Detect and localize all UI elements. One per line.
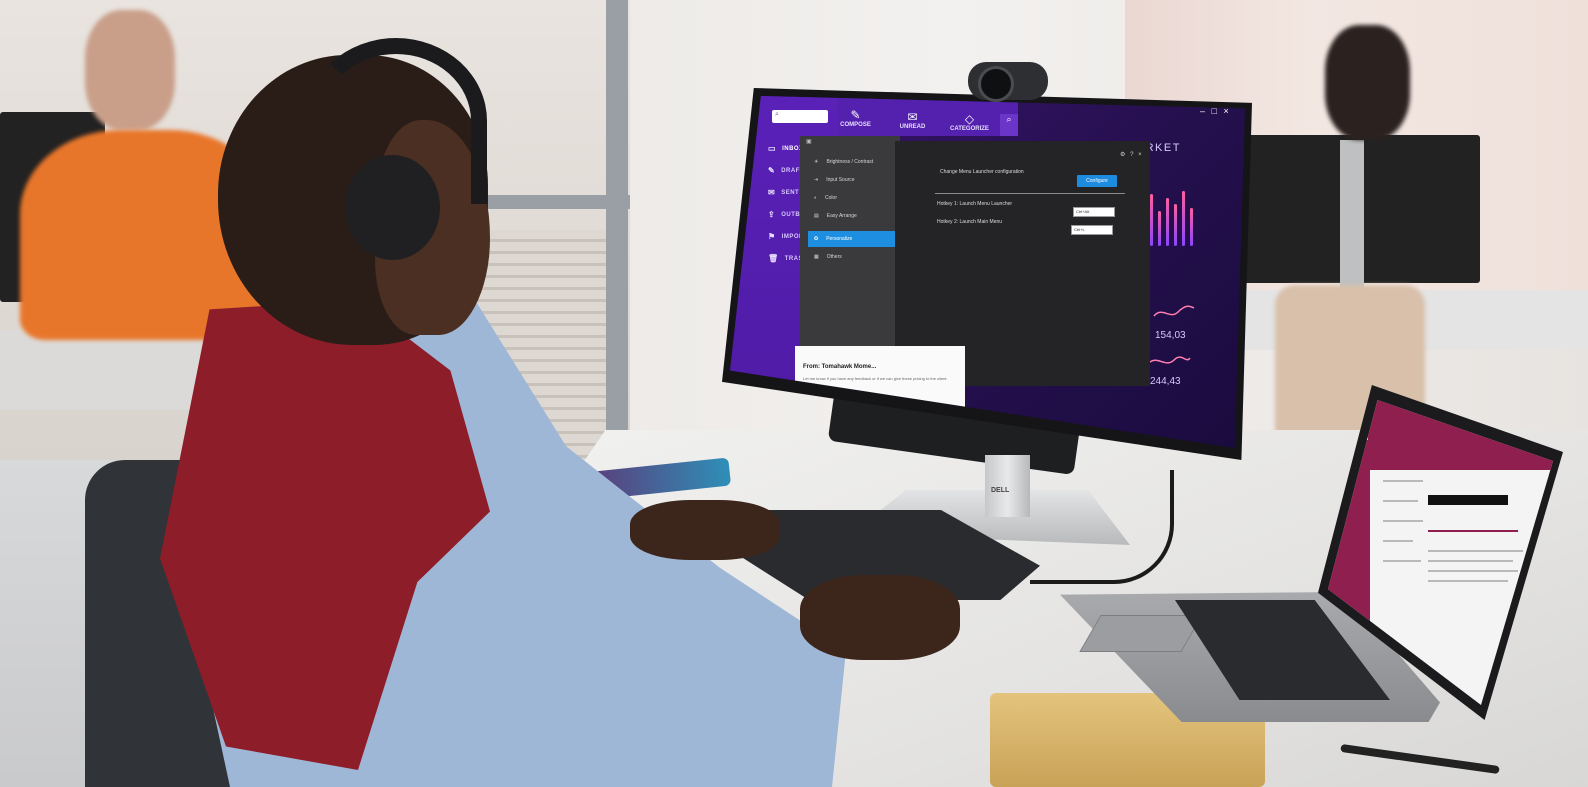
osd-panel-controls: ⚙ ? × bbox=[1120, 151, 1142, 158]
osd-item-brightness-contrast[interactable]: ☀ Brightness / Contrast bbox=[808, 154, 902, 170]
osd-item-easy-arrange[interactable]: ▤ Easy Arrange bbox=[808, 208, 902, 224]
osd-item-color[interactable]: ◐ Color bbox=[808, 190, 902, 206]
osd-back-icon[interactable]: ▣ bbox=[806, 138, 812, 145]
laptop-accent-line bbox=[1428, 530, 1518, 532]
chart-bar bbox=[1174, 204, 1177, 246]
configure-button[interactable]: Configure bbox=[1077, 175, 1117, 187]
chart-bar bbox=[1166, 198, 1169, 246]
input-icon: ⇥ bbox=[814, 177, 819, 183]
person-hand-mouse bbox=[800, 575, 960, 660]
dashboard-value-1: 154,03 bbox=[1155, 330, 1186, 341]
chart-bar bbox=[1182, 191, 1185, 246]
hotkey-2-label: Hotkey 2: Launch Main Menu bbox=[937, 219, 1003, 225]
laptop-text-line bbox=[1383, 540, 1413, 542]
flag-icon: ⚑ bbox=[768, 232, 776, 241]
laptop-text-line bbox=[1383, 560, 1421, 562]
inbox-icon: ▭ bbox=[768, 144, 777, 153]
color-icon: ◐ bbox=[814, 195, 818, 201]
mail-from: From: Tomahawk Mome... bbox=[803, 364, 877, 370]
dashboard-value-2: 244,43 bbox=[1150, 376, 1181, 387]
draft-icon: ✎ bbox=[768, 166, 776, 175]
hotkey-1-label: Hotkey 1: Launch Menu Launcher bbox=[937, 201, 1013, 207]
sparkline-1 bbox=[1153, 305, 1195, 317]
dashboard-bar-chart bbox=[1142, 191, 1202, 246]
laptop-touchpad bbox=[1079, 615, 1203, 652]
search-icon: ⌕ bbox=[775, 111, 779, 118]
star-icon: ✪ bbox=[814, 236, 819, 242]
webcam-lens bbox=[978, 66, 1014, 102]
osd-item-others[interactable]: ▦ Others bbox=[808, 249, 902, 265]
close-icon[interactable]: × bbox=[1138, 152, 1142, 158]
chart-bar bbox=[1158, 211, 1161, 246]
sparkline-2 bbox=[1149, 356, 1191, 364]
osd-panel-heading: Change Menu Launcher configuration bbox=[940, 169, 1024, 175]
search-icon: ⌕ bbox=[1006, 114, 1012, 124]
monitor-cable bbox=[1030, 470, 1174, 584]
headphone-cup bbox=[345, 155, 440, 260]
arrange-icon: ▤ bbox=[814, 213, 819, 219]
outbox-icon: ⇪ bbox=[768, 210, 776, 219]
laptop-text-line bbox=[1428, 570, 1518, 572]
laptop-text-line bbox=[1383, 500, 1418, 502]
envelope-icon: ✉ bbox=[907, 110, 918, 124]
others-icon: ▦ bbox=[814, 254, 819, 260]
sun-icon: ☀ bbox=[814, 159, 819, 165]
hotkey-2-field[interactable]: Ctrl+L bbox=[1071, 225, 1113, 235]
laptop-text-line bbox=[1428, 550, 1523, 552]
laptop-text-line bbox=[1383, 480, 1423, 482]
laptop-text-line bbox=[1428, 560, 1513, 562]
help-icon[interactable]: ? bbox=[1130, 152, 1133, 158]
osd-item-personalize[interactable]: ✪ Personalize bbox=[808, 231, 902, 247]
minimize-icon[interactable]: – bbox=[1200, 106, 1205, 116]
toolbar-search-button[interactable]: ⌕ bbox=[1000, 114, 1018, 136]
trash-icon: 🗑 bbox=[768, 254, 779, 263]
chart-bar bbox=[1150, 194, 1153, 246]
mail-body: Let me know if you have any feedback or … bbox=[803, 376, 948, 381]
window-frame-vertical bbox=[606, 0, 628, 460]
background-person-left-head bbox=[85, 10, 175, 130]
pencil-icon: ✎ bbox=[850, 108, 861, 122]
hotkey-1-field[interactable]: Ctrl+Alt bbox=[1073, 207, 1115, 217]
toolbar-categorize[interactable]: ◇ CATEGORIZE bbox=[942, 112, 997, 132]
settings-icon[interactable]: ⚙ bbox=[1120, 152, 1125, 158]
laptop-text-line bbox=[1428, 580, 1508, 582]
monitor-stand-logo: DELL bbox=[991, 487, 1010, 494]
chart-bar bbox=[1190, 208, 1193, 246]
osd-item-input-source[interactable]: ⇥ Input Source bbox=[808, 172, 902, 188]
monitor-stand-neck: DELL bbox=[985, 455, 1030, 517]
person-hand-keyboard bbox=[630, 500, 780, 560]
osd-divider bbox=[935, 193, 1125, 194]
background-person-right-head bbox=[1325, 25, 1410, 140]
laptop-text-line bbox=[1383, 520, 1423, 522]
laptop-content-header bbox=[1428, 495, 1508, 505]
search-input[interactable]: ⌕ bbox=[772, 110, 828, 123]
sent-icon: ✉ bbox=[768, 188, 776, 197]
tag-icon: ◇ bbox=[964, 112, 975, 126]
toolbar-unread[interactable]: ✉ UNREAD bbox=[885, 110, 940, 130]
toolbar-compose[interactable]: ✎ COMPOSE bbox=[828, 108, 883, 128]
